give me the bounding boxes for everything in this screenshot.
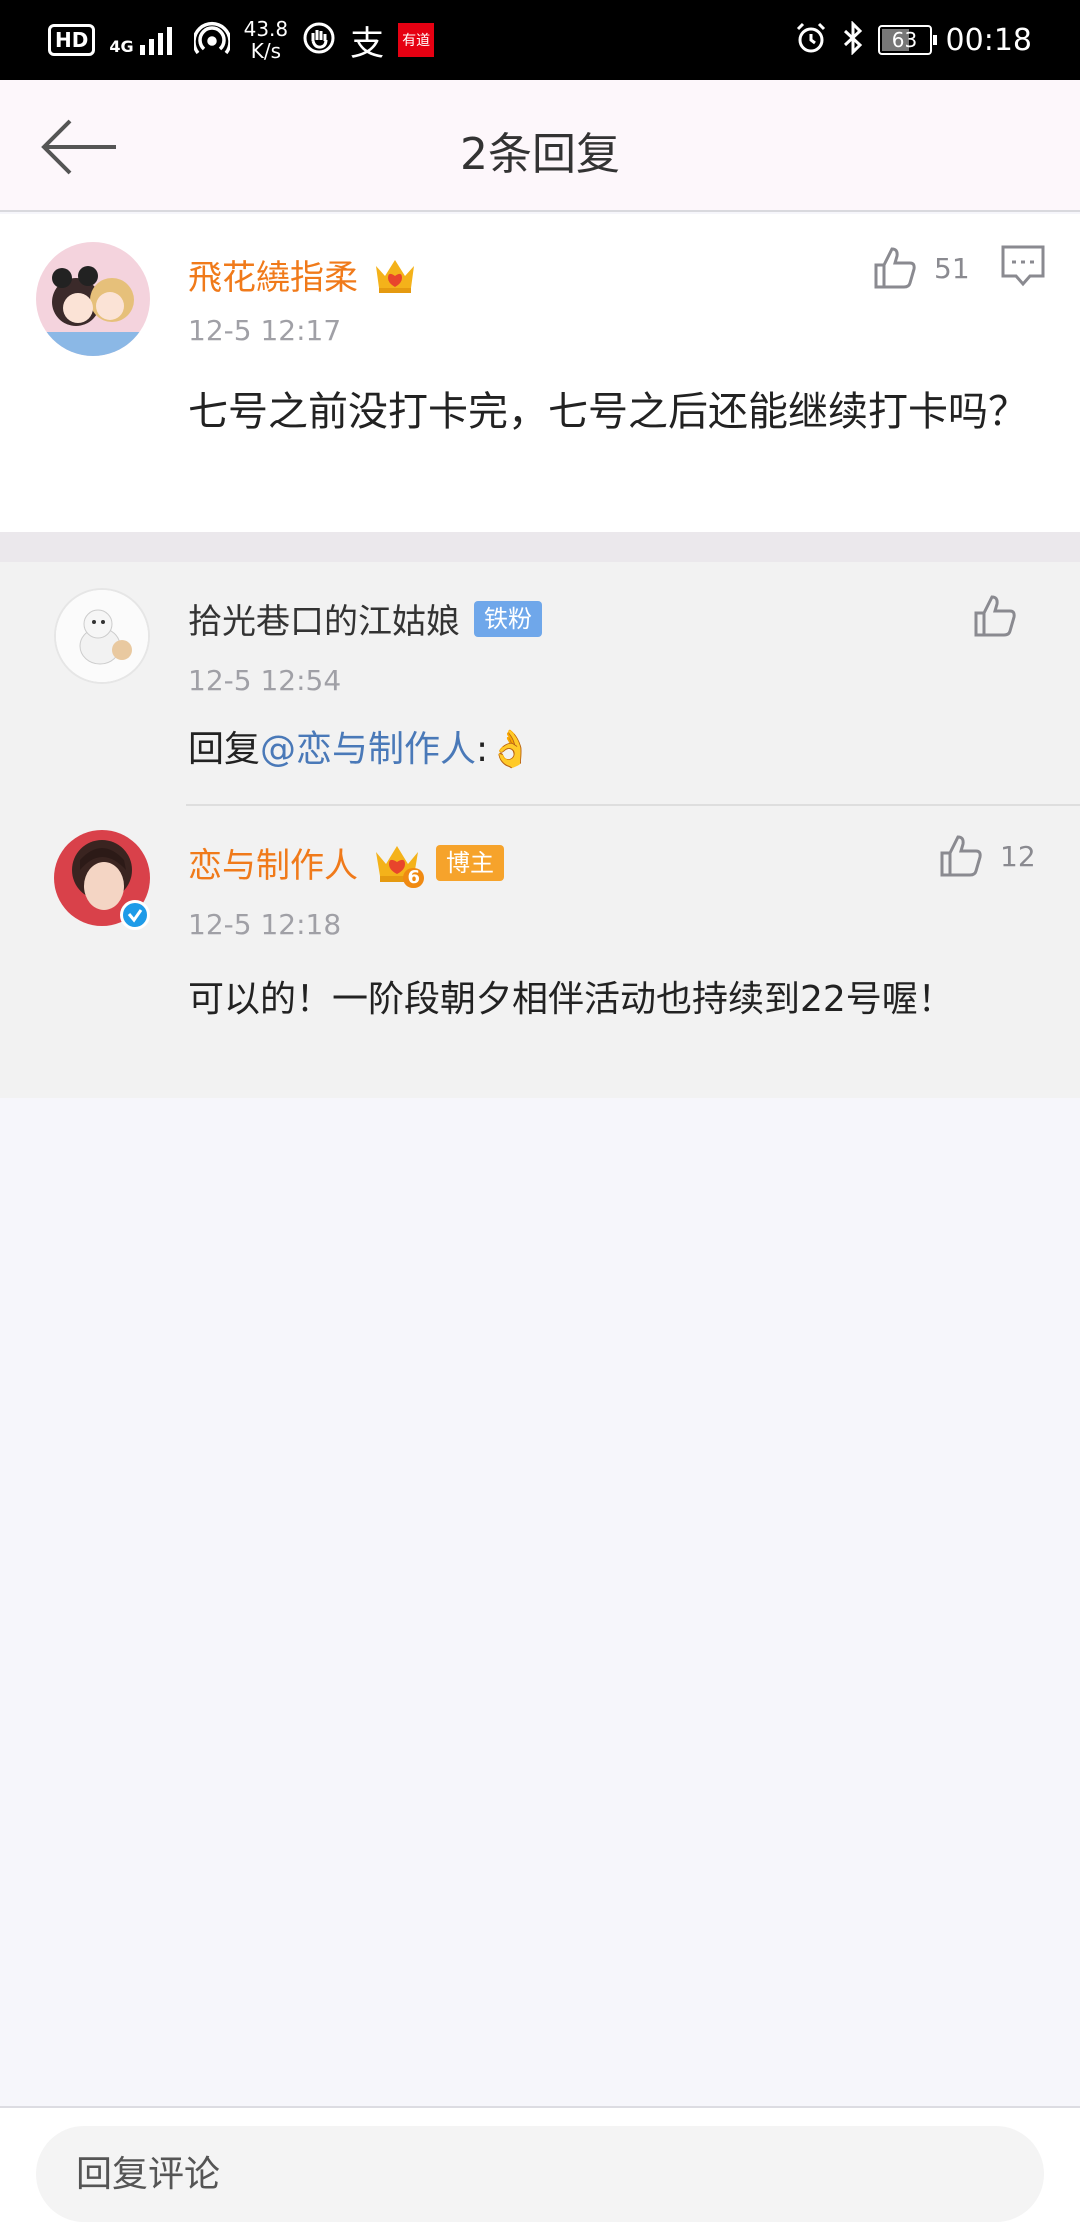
username[interactable]: 恋与制作人 6 博主	[188, 838, 504, 888]
like-count: 51	[934, 251, 970, 285]
username-text: 飛花繞指柔	[188, 258, 358, 298]
crown-icon: 6	[372, 840, 424, 888]
page-title: 2条回复	[460, 129, 620, 180]
hotspot-icon	[191, 21, 232, 59]
status-bar: HD 4G 43.8 K/s 支 有道 63 00:18	[0, 0, 1080, 80]
battery-level: 63	[891, 28, 918, 52]
alarm-icon	[794, 21, 828, 59]
network-type-label: 4G	[109, 37, 134, 56]
clock: 00:18	[945, 22, 1032, 58]
bottom-bar	[0, 2106, 1080, 2240]
comment-button[interactable]	[1000, 244, 1046, 292]
section-divider	[0, 532, 1080, 562]
comment-text: 七号之前没打卡完，七号之后还能继续打卡吗？	[188, 389, 1028, 435]
alipay-icon: 支	[350, 23, 385, 64]
ok-hand-emoji: 👌	[488, 729, 533, 770]
username[interactable]: 飛花繞指柔	[188, 250, 418, 299]
like-button[interactable]: 12	[938, 830, 1036, 882]
thumbs-up-icon	[874, 247, 916, 289]
hd-icon: HD	[48, 24, 96, 56]
username-text: 拾光巷口的江姑娘	[188, 602, 460, 642]
header: 2条回复	[0, 80, 1080, 212]
bluetooth-icon	[842, 20, 864, 59]
crown-level: 6	[403, 867, 424, 888]
battery-tip	[932, 35, 937, 45]
mention-link[interactable]: @恋与制作人	[260, 729, 476, 770]
timestamp: 12-5 12:54	[188, 664, 342, 697]
reply-input[interactable]	[36, 2126, 1044, 2222]
net-speed: 43.8 K/s	[244, 18, 289, 62]
reply-prefix: 回复	[188, 729, 261, 770]
replies-list: 拾光巷口的江姑娘 铁粉 12-5 12:54 回复@恋与制作人:👌 恋与制作人 …	[0, 562, 1080, 1098]
fan-badge: 铁粉	[474, 600, 542, 637]
thumbs-up-icon	[974, 595, 1016, 637]
list-item: 恋与制作人 6 博主 12-5 12:18 可以的！一阶段朝夕相伴活动也持续到2…	[0, 806, 1080, 1098]
main-comment: 飛花繞指柔 12-5 12:17 七号之前没打卡完，七号之后还能继续打卡吗？ 5…	[0, 214, 1080, 532]
like-button[interactable]: 51	[872, 242, 970, 294]
verified-icon	[120, 900, 150, 930]
list-item: 拾光巷口的江姑娘 铁粉 12-5 12:54 回复@恋与制作人:👌	[0, 562, 1080, 804]
net-speed-value: 43.8	[243, 17, 289, 41]
owner-badge: 博主	[436, 844, 504, 881]
avatar[interactable]	[54, 588, 150, 684]
crown-icon	[376, 259, 414, 293]
username[interactable]: 拾光巷口的江姑娘 铁粉	[188, 594, 542, 643]
reply-text: 回复@恋与制作人:👌	[188, 726, 533, 774]
timestamp: 12-5 12:17	[188, 314, 342, 347]
battery-icon: 63	[877, 25, 937, 55]
signal-icon: 4G	[109, 25, 179, 55]
thumbs-up-icon	[940, 835, 982, 877]
avatar[interactable]	[36, 242, 150, 356]
reply-text: 可以的！一阶段朝夕相伴活动也持续到22号喔！	[188, 979, 954, 1020]
like-button[interactable]	[972, 590, 1018, 642]
colon: :	[476, 729, 489, 770]
timestamp: 12-5 12:18	[188, 908, 342, 941]
net-speed-unit: K/s	[250, 39, 282, 63]
comment-icon	[1001, 245, 1045, 287]
like-count: 12	[1000, 839, 1036, 873]
hand-icon	[302, 21, 336, 59]
username-text: 恋与制作人	[188, 846, 358, 886]
youdao-icon: 有道	[398, 23, 435, 57]
